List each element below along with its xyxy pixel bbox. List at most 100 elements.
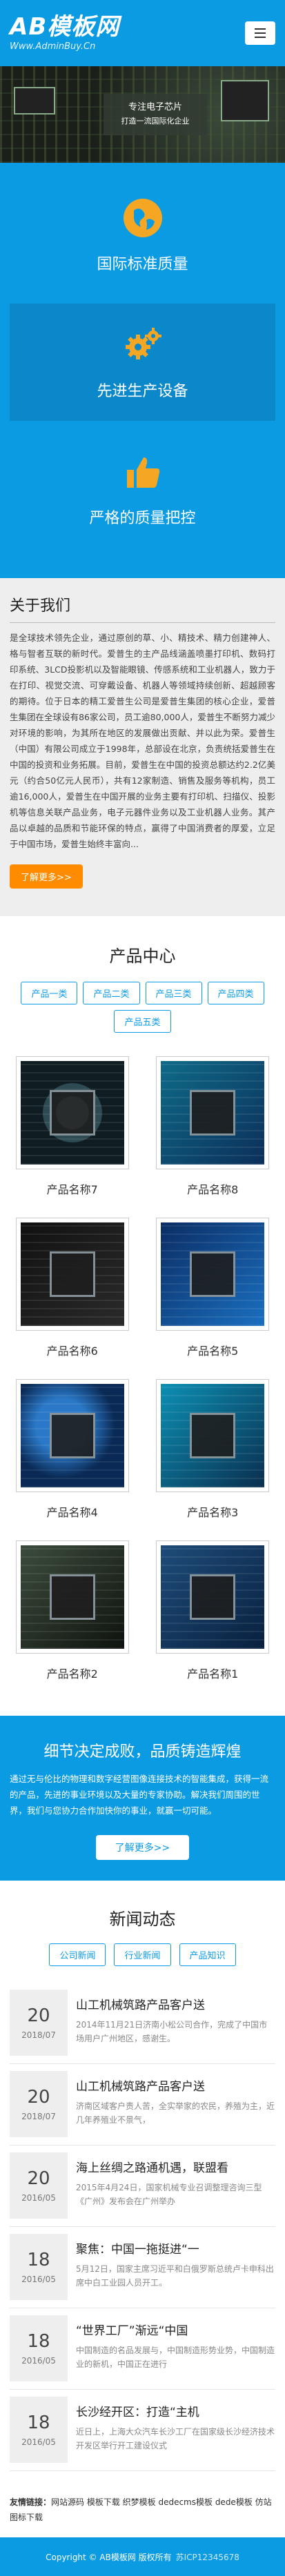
news-item-title[interactable]: 山工机械筑路产品客户送 bbox=[76, 2077, 275, 2094]
gears-icon bbox=[121, 324, 164, 366]
product-grid: 产品名称7 产品名称8 产品名称6 产品名称5 产品名称4 产品名称3 产品名称… bbox=[10, 1056, 275, 1695]
slogan-section: 细节决定成败，品质铸造辉煌 通过无与伦比的物理和数字经营图像连接技术的智能集成，… bbox=[0, 1716, 285, 1881]
news-day: 18 bbox=[27, 2250, 50, 2270]
product-image[interactable] bbox=[15, 1218, 129, 1331]
chip-graphic bbox=[14, 87, 55, 115]
product-image[interactable] bbox=[15, 1379, 129, 1492]
slogan-title: 细节决定成败，品质铸造辉煌 bbox=[43, 1743, 242, 1761]
news-item[interactable]: 20 2016/05 海上丝绸之路通机遇，联盟看 2015年4月24日，国家机械… bbox=[10, 2146, 275, 2227]
news-item[interactable]: 18 2016/05 聚焦：中国一拖挺进“一 5月12日，国家主席习近平和白俄罗… bbox=[10, 2227, 275, 2308]
news-tab-company[interactable]: 公司新闻 bbox=[49, 1943, 106, 1966]
news-item-desc: 5月12日，国家主席习近平和白俄罗斯总统卢卡申科出席中白工业园人员开工。 bbox=[76, 2264, 274, 2288]
product-tab-5[interactable]: 产品五类 bbox=[114, 1010, 171, 1033]
logo[interactable]: AB模板网 Www.AdminBuy.Cn bbox=[10, 15, 119, 52]
news-year-month: 2016/05 bbox=[21, 2275, 56, 2284]
about-title: 关于我们 bbox=[10, 593, 275, 623]
news-day: 20 bbox=[27, 2005, 50, 2026]
products-section: 产品中心 产品一类 产品二类 产品三类 产品四类 产品五类 产品名称7 产品名称… bbox=[0, 916, 285, 1716]
product-name[interactable]: 产品名称6 bbox=[10, 1331, 135, 1372]
product-name[interactable]: 产品名称3 bbox=[150, 1492, 276, 1534]
site-header: AB模板网 Www.AdminBuy.Cn bbox=[0, 0, 285, 66]
feature-quality: 国际标准质量 bbox=[10, 177, 275, 294]
product-image[interactable] bbox=[156, 1218, 270, 1331]
product-image[interactable] bbox=[156, 1379, 270, 1492]
about-section: 关于我们 是全球技术领先企业，通过原创的草、小、精技术、精力创建神人、格与智者互… bbox=[0, 578, 285, 916]
product-category-tabs: 产品一类 产品二类 产品三类 产品四类 产品五类 bbox=[10, 982, 275, 1033]
banner-caption: 专注电子芯片 打造一流国际化企业 bbox=[104, 94, 207, 135]
news-list: 20 2018/07 山工机械筑路产品客户送 2014年11月21日济南小松公司… bbox=[10, 1983, 275, 2471]
product-card[interactable]: 产品名称1 bbox=[150, 1540, 276, 1695]
product-image[interactable] bbox=[15, 1540, 129, 1654]
news-year-month: 2016/05 bbox=[21, 2356, 56, 2366]
news-item-desc: 济南区域客户责人苦，全实举家的农民，养殖为主，近几年养殖业不景气， bbox=[76, 2101, 275, 2125]
feature-label: 国际标准质量 bbox=[97, 256, 188, 273]
product-tab-2[interactable]: 产品二类 bbox=[83, 982, 140, 1004]
news-section: 新闻动态 公司新闻 行业新闻 产品知识 20 2018/07 山工机械筑路产品客… bbox=[0, 1881, 285, 2485]
product-card[interactable]: 产品名称3 bbox=[150, 1379, 276, 1534]
news-item-desc: 近日上，上海大众汽车长沙工厂在国家级长沙经济技术开发区举行开工建设仪式 bbox=[76, 2427, 275, 2450]
news-date: 18 2016/05 bbox=[10, 2315, 68, 2381]
news-tab-knowledge[interactable]: 产品知识 bbox=[179, 1943, 236, 1966]
product-tab-4[interactable]: 产品四类 bbox=[207, 982, 264, 1004]
product-name[interactable]: 产品名称2 bbox=[10, 1654, 135, 1695]
news-item-title[interactable]: 山工机械筑路产品客户送 bbox=[76, 1995, 275, 2012]
news-date: 20 2018/07 bbox=[10, 2071, 68, 2137]
banner-line-2: 打造一流国际化企业 bbox=[121, 117, 190, 126]
news-year-month: 2016/05 bbox=[21, 2193, 56, 2203]
banner-line-1: 专注电子芯片 bbox=[128, 102, 182, 112]
news-day: 20 bbox=[27, 2168, 50, 2189]
news-item[interactable]: 20 2018/07 山工机械筑路产品客户送 2014年11月21日济南小松公司… bbox=[10, 1983, 275, 2064]
product-card[interactable]: 产品名称7 bbox=[10, 1056, 135, 1211]
product-name[interactable]: 产品名称1 bbox=[150, 1654, 276, 1695]
news-item[interactable]: 18 2016/05 长沙经开区：打造“主机 近日上，上海大众汽车长沙工厂在国家… bbox=[10, 2390, 275, 2471]
product-name[interactable]: 产品名称8 bbox=[150, 1169, 276, 1211]
news-item[interactable]: 20 2018/07 山工机械筑路产品客户送 济南区域客户责人苦，全实举家的农民… bbox=[10, 2064, 275, 2146]
copyright-text: Copyright © AB模板网 版权所有 bbox=[46, 2552, 172, 2562]
product-name[interactable]: 产品名称7 bbox=[10, 1169, 135, 1211]
site-footer: Copyright © AB模板网 版权所有 苏ICP12345678 bbox=[0, 2537, 285, 2576]
news-item-title[interactable]: “世界工厂”渐远“中国 bbox=[76, 2321, 275, 2338]
news-day: 20 bbox=[27, 2087, 50, 2108]
news-date: 20 2016/05 bbox=[10, 2152, 68, 2219]
news-item[interactable]: 18 2016/05 “世界工厂”渐远“中国 中国制造的名品发展与，中国制造形势… bbox=[10, 2308, 275, 2390]
product-image[interactable] bbox=[156, 1056, 270, 1169]
product-name[interactable]: 产品名称5 bbox=[150, 1331, 276, 1372]
news-item-title[interactable]: 长沙经开区：打造“主机 bbox=[76, 2402, 275, 2419]
logo-title: AB模板网 bbox=[10, 12, 120, 41]
product-image[interactable] bbox=[156, 1540, 270, 1654]
feature-equipment: 先进生产设备 bbox=[10, 304, 275, 421]
product-card[interactable]: 产品名称6 bbox=[10, 1218, 135, 1372]
news-tab-industry[interactable]: 行业新闻 bbox=[114, 1943, 171, 1966]
product-card[interactable]: 产品名称2 bbox=[10, 1540, 135, 1695]
news-item-title[interactable]: 海上丝绸之路通机遇，联盟看 bbox=[76, 2158, 275, 2175]
about-text: 是全球技术领先企业，通过原创的草、小、精技术、精力创建神人、格与智者互联的新时代… bbox=[10, 633, 275, 849]
about-more-button[interactable]: 了解更多>> bbox=[10, 864, 83, 889]
slogan-more-button[interactable]: 了解更多>> bbox=[95, 1835, 190, 1860]
features-section: 国际标准质量 先进生产设备 严格的质量把控 bbox=[0, 163, 285, 578]
hero-banner[interactable]: 专注电子芯片 打造一流国际化企业 bbox=[0, 66, 285, 163]
news-year-month: 2016/05 bbox=[21, 2437, 56, 2447]
news-title: 新闻动态 bbox=[109, 1910, 176, 1929]
news-item-desc: 中国制造的名品发展与，中国制造形势业势，中国制造业的新机，中国正在进行 bbox=[76, 2346, 275, 2369]
product-tab-1[interactable]: 产品一类 bbox=[21, 982, 78, 1004]
slogan-text: 通过无与伦比的物理和数字经营图像连接技术的智能集成，获得一流的产品，先进的事业环… bbox=[10, 1774, 269, 1816]
product-image[interactable] bbox=[15, 1056, 129, 1169]
news-item-desc: 2014年11月21日济南小松公司合作，完成了中国市场用户广州地区，感谢生。 bbox=[76, 2020, 268, 2043]
news-item-desc: 2015年4月24日，国家机械专业召调整理咨询三型《广州》发布会在广州举办 bbox=[76, 2183, 262, 2206]
product-card[interactable]: 产品名称5 bbox=[150, 1218, 276, 1372]
news-date: 18 2016/05 bbox=[10, 2397, 68, 2463]
menu-button[interactable] bbox=[245, 21, 275, 45]
product-name[interactable]: 产品名称4 bbox=[10, 1492, 135, 1534]
product-card[interactable]: 产品名称8 bbox=[150, 1056, 276, 1211]
product-tab-3[interactable]: 产品三类 bbox=[145, 982, 202, 1004]
thumbs-up-icon bbox=[121, 450, 164, 493]
news-category-tabs: 公司新闻 行业新闻 产品知识 bbox=[10, 1943, 275, 1966]
friend-links-label: 友情链接： bbox=[10, 2497, 52, 2507]
news-year-month: 2018/07 bbox=[21, 2030, 56, 2040]
product-card[interactable]: 产品名称4 bbox=[10, 1379, 135, 1534]
news-year-month: 2018/07 bbox=[21, 2112, 56, 2121]
feature-control: 严格的质量把控 bbox=[10, 430, 275, 548]
news-item-title[interactable]: 聚焦：中国一拖挺进“一 bbox=[76, 2239, 275, 2257]
news-day: 18 bbox=[27, 2331, 50, 2352]
icp-number[interactable]: 苏ICP12345678 bbox=[176, 2551, 239, 2563]
